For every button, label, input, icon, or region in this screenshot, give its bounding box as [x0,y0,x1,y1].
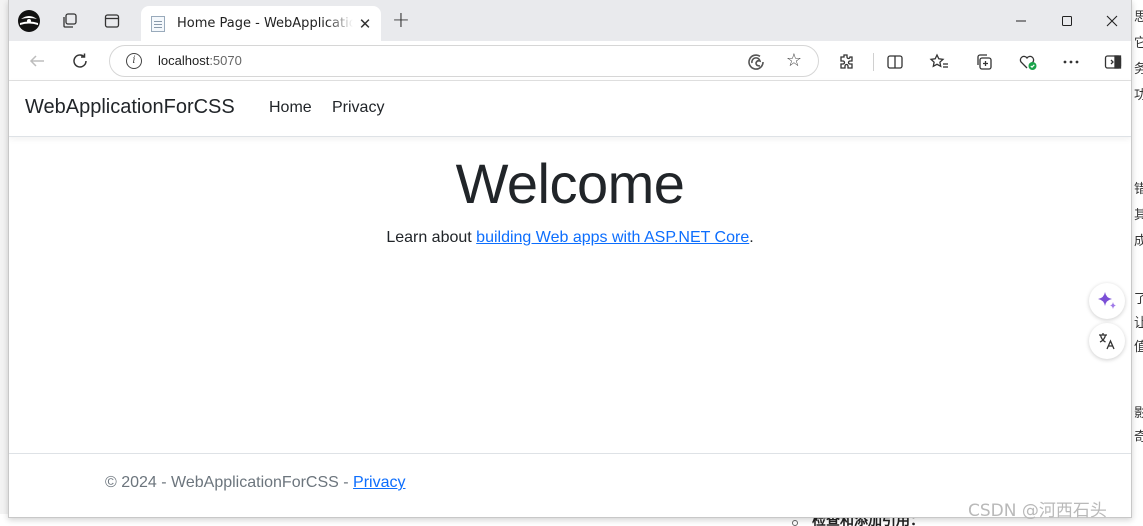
copilot-sparkle-button[interactable] [1089,283,1125,319]
refresh-icon[interactable] [68,49,92,73]
bg-char: 成 [1134,234,1143,249]
workspaces-icon[interactable] [58,9,82,33]
bg-char: 思 [1134,10,1143,25]
footer-privacy-link[interactable]: Privacy [353,474,405,491]
collections-icon[interactable] [973,51,995,73]
url-text[interactable]: localhost:5070 [158,53,242,68]
edge-copilot-icon[interactable] [746,52,766,72]
bg-char: 影 [1134,406,1143,421]
bg-char: 值 [1134,340,1143,355]
maximize-button[interactable] [1055,10,1079,32]
nav-link-privacy[interactable]: Privacy [332,99,384,117]
sidebar-toggle-icon[interactable] [1102,51,1124,73]
footer-divider [9,453,1131,454]
close-window-button[interactable] [1100,10,1124,32]
aspnet-docs-link[interactable]: building Web apps with ASP.NET Core [476,229,749,246]
bg-char: 错 [1134,182,1143,197]
toolbar-divider [873,53,874,71]
address-bar[interactable]: i localhost:5070 ☆ [109,45,819,77]
site-info-icon[interactable]: i [126,53,142,69]
favorites-icon[interactable] [928,51,950,73]
minimize-button[interactable] [1009,10,1033,32]
tab-home-page[interactable]: Home Page - WebApplicationForCSS ✕ [141,6,381,41]
title-bar: Home Page - WebApplicationForCSS ✕ + [9,0,1131,41]
footer-copyright: © 2024 - WebApplicationForCSS - [105,474,354,491]
bg-char: 功 [1134,88,1143,103]
nav-link-home[interactable]: Home [269,99,312,117]
tab-close-icon[interactable]: ✕ [357,15,373,33]
bg-char: 奇 [1134,430,1143,445]
url-host: localhost [158,53,210,68]
tab-title: Home Page - WebApplicationForCSS [177,16,353,31]
extensions-icon[interactable] [835,51,857,73]
learn-prefix: Learn about [386,229,477,246]
favorite-star-icon[interactable]: ☆ [784,51,804,71]
translate-button[interactable] [1089,323,1125,359]
site-navbar: WebApplicationForCSS Home Privacy [9,81,1131,137]
web-page: WebApplicationForCSS Home Privacy Welcom… [9,81,1131,517]
site-brand-link[interactable]: WebApplicationForCSS [25,96,235,119]
bullet-icon [792,520,798,526]
browser-toolbar: i localhost:5070 ☆ [9,41,1131,81]
bg-char: 让 [1134,316,1143,331]
split-screen-icon[interactable] [884,51,906,73]
browser-essentials-icon[interactable] [1017,51,1039,73]
background-document-edge: 思 它 务 功 错 其 成 了 让 值 影 奇 [1132,0,1143,526]
bg-char: 它 [1134,36,1143,51]
bg-char: 其 [1134,208,1143,223]
more-options-icon[interactable] [1060,51,1082,73]
profile-avatar-icon[interactable] [17,9,41,33]
bg-char: 了 [1134,292,1143,307]
new-tab-button[interactable]: + [389,10,413,34]
url-port: :5070 [209,53,242,68]
tab-actions-icon[interactable] [100,9,124,33]
back-arrow-icon[interactable] [25,49,49,73]
learn-suffix: . [749,229,754,246]
bg-char: 务 [1134,62,1143,77]
site-footer: © 2024 - WebApplicationForCSS - Privacy [105,474,406,492]
browser-window: Home Page - WebApplicationForCSS ✕ + i l… [8,0,1132,518]
learn-paragraph: Learn about building Web apps with ASP.N… [9,229,1131,247]
page-heading: Welcome [455,152,685,215]
page-favicon-icon [151,15,165,32]
csdn-watermark: CSDN @河西石头 [968,501,1107,521]
